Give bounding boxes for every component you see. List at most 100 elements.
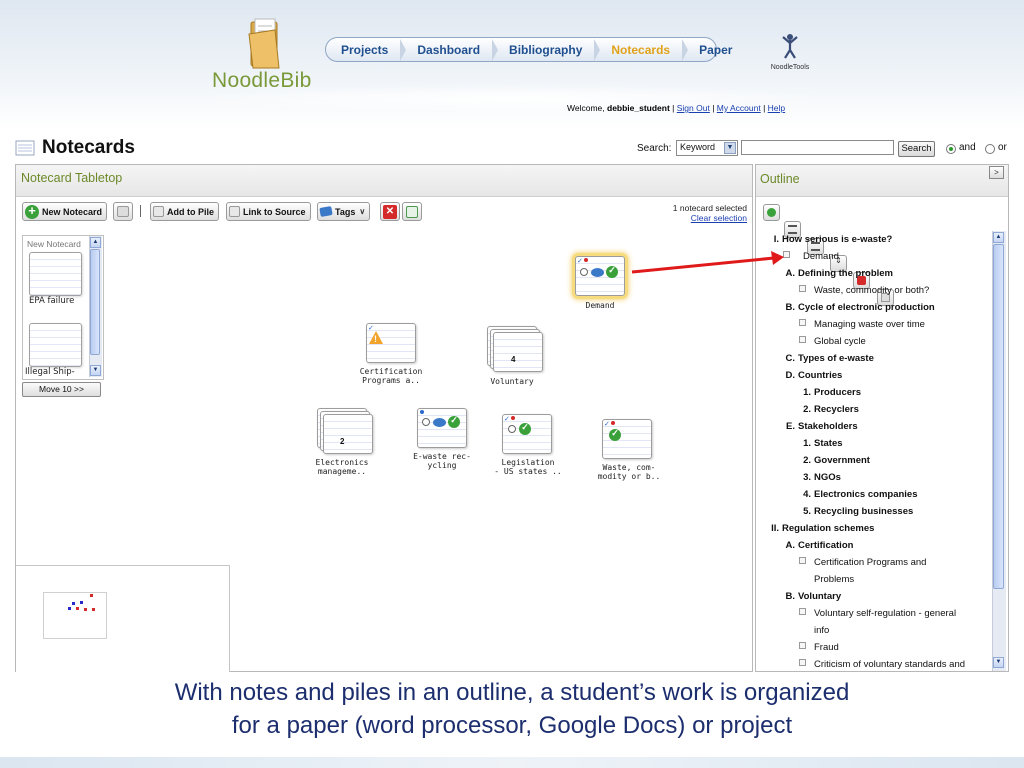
- sign-out-link[interactable]: Sign Out: [677, 103, 710, 113]
- link-to-source-button[interactable]: Link to Source: [226, 202, 311, 221]
- note-checkbox-icon[interactable]: [799, 319, 806, 326]
- noodlebib-logo-text[interactable]: NoodleBib: [212, 69, 312, 93]
- delete-button[interactable]: [380, 202, 400, 221]
- tabletop-title: Notecard Tabletop: [21, 171, 123, 185]
- outline-heading-item[interactable]: info: [757, 621, 991, 638]
- outline-heading-item[interactable]: Problems: [757, 570, 991, 587]
- outline-note-item[interactable]: Managing waste over time: [757, 315, 991, 332]
- comment-icon: [591, 268, 604, 277]
- outline-item-text: Producers: [814, 387, 861, 398]
- outline-item-text: Waste, commodity or both?: [814, 285, 930, 296]
- outline-heading-item[interactable]: 3. NGOs: [757, 468, 991, 485]
- outline-marker: D.: [785, 370, 796, 381]
- outline-heading-item[interactable]: I. How serious is e-waste?: [757, 230, 991, 247]
- help-link[interactable]: Help: [768, 103, 785, 113]
- nav-notecards[interactable]: Notecards: [602, 43, 680, 57]
- outline-heading-item[interactable]: B. Voluntary: [757, 587, 991, 604]
- note-checkbox-icon[interactable]: [799, 557, 806, 564]
- outline-heading-item[interactable]: E. Stakeholders: [757, 417, 991, 434]
- outline-heading-item[interactable]: 4. Electronics companies: [757, 485, 991, 502]
- link-icon: [229, 206, 240, 217]
- outline-heading-item[interactable]: 1. Producers: [757, 383, 991, 400]
- strip-notecard-label: Illegal Ship-: [25, 367, 75, 377]
- nav-projects[interactable]: Projects: [332, 43, 398, 57]
- outline-heading-item[interactable]: B. Cycle of electronic production: [757, 298, 991, 315]
- outline-heading-item[interactable]: A. Defining the problem: [757, 264, 991, 281]
- outline-heading-item[interactable]: 2. Recyclers: [757, 400, 991, 417]
- search-button[interactable]: Search: [898, 141, 935, 157]
- note-checkbox-icon[interactable]: [799, 642, 806, 649]
- scroll-up-icon[interactable]: ▲: [993, 232, 1004, 243]
- outline-scroll-thumb[interactable]: [993, 244, 1004, 589]
- outline-item-text: Electronics companies: [814, 489, 918, 500]
- minimap-card-marker: [84, 608, 87, 611]
- outline-heading-item[interactable]: C. Types of e-waste: [757, 349, 991, 366]
- outline-marker: 2.: [803, 455, 811, 466]
- notecard-label: Legislation - US states ..: [494, 458, 562, 476]
- note-checkbox-icon[interactable]: [799, 608, 806, 615]
- nav-bibliography[interactable]: Bibliography: [500, 43, 592, 57]
- search-input[interactable]: [741, 140, 894, 155]
- minimap-card-marker: [72, 602, 75, 605]
- outline-note-item[interactable]: Voluntary self-regulation - general: [757, 604, 991, 621]
- outline-marker: 5.: [803, 506, 811, 517]
- move-10-button[interactable]: Move 10 >>: [22, 382, 101, 397]
- note-checkbox-icon[interactable]: [799, 659, 806, 666]
- outline-heading-item[interactable]: D. Countries: [757, 366, 991, 383]
- toolbar-divider: [140, 205, 141, 217]
- outline-item-text: Demand: [803, 251, 839, 262]
- nav-dashboard[interactable]: Dashboard: [408, 43, 490, 57]
- outline-note-item[interactable]: Demand: [757, 247, 991, 264]
- pile-electronics[interactable]: [323, 414, 373, 454]
- outline-heading-item[interactable]: II. Regulation schemes: [757, 519, 991, 536]
- note-checkbox-icon[interactable]: [799, 336, 806, 343]
- strip-notecard[interactable]: [29, 323, 82, 367]
- my-account-link[interactable]: My Account: [717, 103, 761, 113]
- scroll-down-icon[interactable]: ▼: [90, 365, 101, 376]
- outline-heading-item[interactable]: 2. Government: [757, 451, 991, 468]
- outline-heading-item[interactable]: 5. Recycling businesses: [757, 502, 991, 519]
- strip-scroll-thumb[interactable]: [90, 249, 100, 355]
- chevron-down-icon[interactable]: ▼: [724, 142, 736, 154]
- add-to-pile-button[interactable]: Add to Pile: [150, 202, 219, 221]
- collapse-panel-icon[interactable]: >: [989, 166, 1004, 179]
- or-radio[interactable]: [985, 144, 995, 154]
- outline-note-item[interactable]: Criticism of voluntary standards and: [757, 655, 991, 670]
- and-radio[interactable]: [946, 144, 956, 154]
- search-mode-select[interactable]: Keyword ▼: [676, 140, 738, 156]
- outline-heading-item[interactable]: A. Certification: [757, 536, 991, 553]
- outline-item-text: States: [814, 438, 843, 449]
- scroll-up-icon[interactable]: ▲: [90, 237, 101, 248]
- outline-item-text: Certification: [798, 540, 854, 551]
- nav-paper[interactable]: Paper: [690, 43, 742, 57]
- approved-icon: [448, 415, 460, 428]
- outline-note-item[interactable]: Certification Programs and: [757, 553, 991, 570]
- pile-voluntary[interactable]: [493, 332, 543, 372]
- notecard-label: Waste, com- modity or b..: [597, 463, 661, 481]
- approved-icon: [609, 428, 621, 441]
- outline-title: Outline: [760, 172, 800, 186]
- noodletools-logo[interactable]: NoodleTools: [763, 33, 817, 73]
- delete-icon: [383, 204, 397, 219]
- outline-note-item[interactable]: Global cycle: [757, 332, 991, 349]
- pile-label: Electronics manageme..: [315, 458, 369, 476]
- note-checkbox-icon[interactable]: [799, 285, 806, 292]
- outline-note-item[interactable]: Waste, commodity or both?: [757, 281, 991, 298]
- new-notecard-button[interactable]: New Notecard: [22, 202, 108, 221]
- outline-add-button[interactable]: [763, 204, 780, 221]
- strip-notecard[interactable]: [29, 252, 82, 296]
- outline-heading-item[interactable]: 1. States: [757, 434, 991, 451]
- tags-label: Tags: [335, 206, 356, 217]
- recycle-icon: [406, 205, 418, 218]
- minimap-viewport[interactable]: [43, 592, 107, 639]
- outline-item-text: Cycle of electronic production: [798, 302, 935, 313]
- selection-info: 1 notecard selected Clear selection: [600, 203, 747, 223]
- print-button[interactable]: [113, 202, 133, 221]
- outline-note-item[interactable]: Fraud: [757, 638, 991, 655]
- recycle-button[interactable]: [402, 202, 422, 221]
- scroll-down-icon[interactable]: ▼: [993, 657, 1004, 668]
- notecard-ewaste-recycling[interactable]: [417, 408, 467, 448]
- tags-button[interactable]: Tags ∨: [317, 202, 371, 221]
- clear-selection-link[interactable]: Clear selection: [691, 213, 747, 223]
- tag-dot-icon: [420, 410, 424, 414]
